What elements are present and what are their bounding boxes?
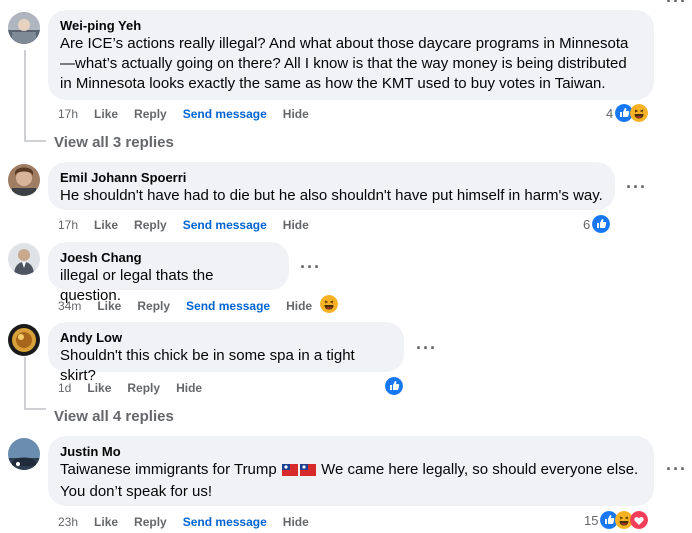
more-options-icon[interactable]: ··· bbox=[416, 339, 437, 357]
avatar[interactable] bbox=[8, 324, 40, 356]
avatar-image bbox=[8, 12, 40, 44]
comment-text-part: Taiwanese immigrants for Trump bbox=[60, 461, 277, 478]
comment-time[interactable]: 17h bbox=[58, 217, 78, 233]
send-message-button[interactable]: Send message bbox=[183, 217, 267, 233]
thread-line bbox=[24, 357, 26, 410]
avatar-image bbox=[8, 438, 40, 470]
comment-time[interactable]: 23h bbox=[58, 514, 78, 530]
avatar-image bbox=[8, 164, 40, 196]
send-message-button[interactable]: Send message bbox=[183, 514, 267, 530]
hide-button[interactable]: Hide bbox=[283, 217, 309, 233]
thread-line bbox=[24, 50, 26, 142]
comment-bubble: Justin Mo Taiwanese immigrants for Trump… bbox=[48, 436, 654, 506]
avatar-image bbox=[8, 243, 40, 275]
view-replies-link[interactable]: View all 3 replies bbox=[54, 134, 174, 152]
haha-icon bbox=[630, 104, 649, 122]
reply-button[interactable]: Reply bbox=[134, 217, 167, 233]
comment-text: Are ICE’s actions really illegal? And wh… bbox=[60, 35, 629, 92]
send-message-button[interactable]: Send message bbox=[186, 298, 270, 314]
send-message-button[interactable]: Send message bbox=[183, 106, 267, 122]
comment-text: He shouldn't have had to die but he also… bbox=[60, 187, 603, 204]
reaction-count: 6 bbox=[583, 216, 591, 232]
avatar[interactable] bbox=[8, 164, 40, 196]
reaction-summary[interactable] bbox=[385, 377, 403, 395]
comment-author[interactable]: Wei-ping Yeh bbox=[60, 17, 642, 34]
comment-actions: 1d Like Reply Hide bbox=[58, 380, 218, 396]
comment-author[interactable]: Emil Johann Spoerri bbox=[60, 169, 603, 186]
comment-author[interactable]: Joesh Chang bbox=[60, 249, 277, 266]
hide-button[interactable]: Hide bbox=[176, 380, 202, 396]
like-button[interactable]: Like bbox=[94, 106, 118, 122]
reply-button[interactable]: Reply bbox=[127, 380, 160, 396]
reaction-summary[interactable] bbox=[320, 295, 338, 313]
reply-button[interactable]: Reply bbox=[134, 106, 167, 122]
more-options-icon[interactable]: ··· bbox=[626, 178, 647, 196]
comment-text-part: We came here legally, so should everyone… bbox=[321, 461, 639, 478]
like-icon bbox=[592, 215, 611, 233]
more-options-icon[interactable]: ··· bbox=[300, 258, 321, 276]
reaction-summary[interactable]: 4 bbox=[606, 104, 649, 122]
avatar[interactable] bbox=[8, 12, 40, 44]
taiwan-flag-icon bbox=[281, 464, 298, 477]
comment-bubble: Joesh Chang illegal or legal thats the q… bbox=[48, 242, 289, 304]
comment-actions: 17h Like Reply Send message Hide bbox=[58, 106, 325, 122]
like-button[interactable]: Like bbox=[87, 380, 111, 396]
reply-button[interactable]: Reply bbox=[134, 514, 167, 530]
comment-text: Taiwanese immigrants for Trump We came h… bbox=[60, 460, 642, 480]
comment-bubble: Wei-ping Yeh Are ICE’s actions really il… bbox=[48, 10, 654, 100]
reply-button[interactable]: Reply bbox=[137, 298, 170, 314]
love-icon bbox=[630, 511, 649, 529]
comment-time[interactable]: 1d bbox=[58, 380, 71, 396]
comment-time[interactable]: 17h bbox=[58, 106, 78, 122]
thread-line bbox=[24, 140, 46, 142]
taiwan-flag-icon bbox=[299, 464, 316, 477]
comment-bubble: Emil Johann Spoerri He shouldn't have ha… bbox=[48, 162, 615, 210]
avatar[interactable] bbox=[8, 438, 40, 470]
hide-button[interactable]: Hide bbox=[286, 298, 312, 314]
hide-button[interactable]: Hide bbox=[283, 514, 309, 530]
hide-button[interactable]: Hide bbox=[283, 106, 309, 122]
view-replies-link[interactable]: View all 4 replies bbox=[54, 408, 174, 426]
like-icon bbox=[385, 377, 403, 395]
comment-author[interactable]: Andy Low bbox=[60, 329, 392, 346]
more-options-icon[interactable]: ··· bbox=[666, 0, 687, 10]
comment-actions: 34m Like Reply Send message Hide bbox=[58, 298, 328, 314]
more-options-icon[interactable]: ··· bbox=[666, 460, 687, 478]
avatar[interactable] bbox=[8, 243, 40, 275]
avatar-image bbox=[8, 324, 40, 356]
comment-time[interactable]: 34m bbox=[58, 298, 81, 314]
like-button[interactable]: Like bbox=[94, 514, 118, 530]
reaction-summary[interactable]: 15 bbox=[584, 511, 649, 529]
comment-actions: 17h Like Reply Send message Hide bbox=[58, 217, 325, 233]
thread-line bbox=[24, 408, 46, 410]
comment-bubble: Andy Low Shouldn't this chick be in some… bbox=[48, 322, 404, 384]
reaction-count: 4 bbox=[606, 105, 614, 121]
haha-icon bbox=[320, 295, 338, 313]
reaction-summary[interactable]: 6 bbox=[583, 215, 611, 233]
comment-author[interactable]: Justin Mo bbox=[60, 443, 642, 460]
comment-text-line: You don’t speak for us! bbox=[60, 483, 213, 500]
reaction-count: 15 bbox=[584, 512, 599, 528]
like-button[interactable]: Like bbox=[97, 298, 121, 314]
like-button[interactable]: Like bbox=[94, 217, 118, 233]
comment-actions: 23h Like Reply Send message Hide bbox=[58, 514, 325, 530]
